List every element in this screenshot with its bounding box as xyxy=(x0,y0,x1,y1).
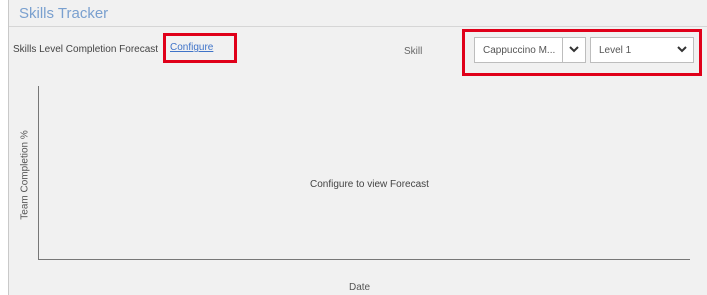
skill-select[interactable]: Cappuccino M... xyxy=(474,37,586,63)
forecast-label: Skills Level Completion Forecast xyxy=(13,44,159,55)
chart-y-axis xyxy=(38,86,39,260)
chart-x-axis xyxy=(38,259,690,260)
skill-label: Skill xyxy=(404,46,423,57)
level-select[interactable]: Level 1 xyxy=(590,37,694,63)
skill-select-value: Cappuccino M... xyxy=(483,45,556,56)
chart-y-axis-title: Team Completion % xyxy=(19,130,31,220)
configure-link[interactable]: Configure xyxy=(170,42,213,53)
chevron-down-icon[interactable] xyxy=(562,38,585,62)
title-divider xyxy=(9,26,707,27)
chevron-down-icon[interactable] xyxy=(671,38,693,62)
chart-x-axis-title: Date xyxy=(349,282,371,293)
panel-title: Skills Tracker xyxy=(19,5,109,22)
level-select-value: Level 1 xyxy=(599,45,632,56)
chart-empty-message: Configure to view Forecast xyxy=(310,179,429,190)
